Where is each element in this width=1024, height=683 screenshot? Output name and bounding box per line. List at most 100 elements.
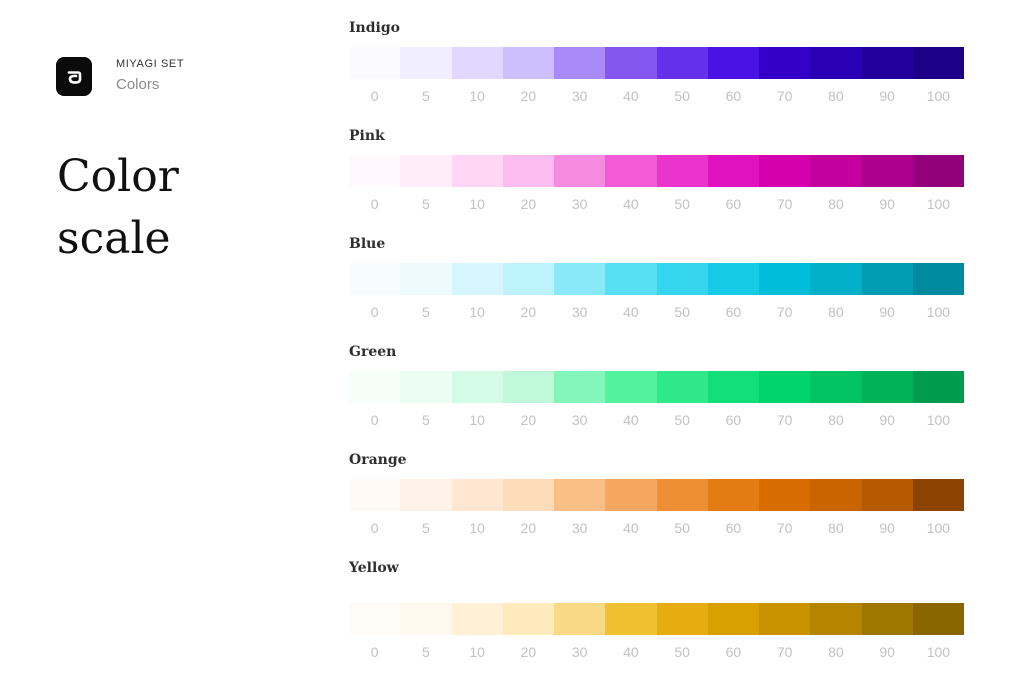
step-label: 40 — [623, 304, 639, 320]
brand-text: MIYAGI SET Colors — [116, 57, 184, 94]
color-swatch-blue-40[interactable] — [605, 263, 657, 295]
color-swatch-yellow-20[interactable] — [502, 603, 554, 635]
color-swatch-indigo-100[interactable] — [912, 47, 964, 79]
color-swatch-blue-70[interactable] — [759, 263, 811, 295]
color-swatch-blue-50[interactable] — [656, 263, 708, 295]
step-label: 100 — [926, 412, 951, 428]
color-swatch-pink-0[interactable] — [349, 155, 401, 187]
color-swatch-indigo-30[interactable] — [554, 47, 606, 79]
step-label: 5 — [421, 88, 430, 104]
step-label: 20 — [520, 644, 537, 660]
color-swatch-blue-80[interactable] — [810, 263, 862, 295]
color-swatch-indigo-0[interactable] — [349, 47, 401, 79]
color-swatch-orange-90[interactable] — [861, 479, 913, 511]
step-label: 0 — [370, 88, 379, 104]
color-swatch-green-20[interactable] — [502, 371, 554, 403]
color-swatch-orange-70[interactable] — [759, 479, 811, 511]
step-label: 90 — [879, 304, 895, 320]
color-scale-label: Orange — [349, 452, 407, 468]
color-swatch-green-60[interactable] — [707, 371, 759, 403]
color-swatch-blue-100[interactable] — [912, 263, 964, 295]
step-label: 70 — [776, 88, 793, 104]
step-label: 70 — [776, 304, 793, 320]
color-swatch-orange-60[interactable] — [707, 479, 759, 511]
color-swatch-pink-5[interactable] — [400, 155, 452, 187]
color-swatch-orange-5[interactable] — [400, 479, 452, 511]
color-swatch-pink-60[interactable] — [707, 155, 759, 187]
color-swatch-blue-60[interactable] — [707, 263, 759, 295]
color-swatch-indigo-10[interactable] — [451, 47, 503, 79]
color-swatch-indigo-20[interactable] — [502, 47, 554, 79]
color-swatch-blue-0[interactable] — [349, 263, 401, 295]
color-swatch-pink-90[interactable] — [861, 155, 913, 187]
color-swatch-green-70[interactable] — [759, 371, 811, 403]
color-swatch-indigo-60[interactable] — [707, 47, 759, 79]
color-swatch-green-100[interactable] — [912, 371, 964, 403]
color-swatch-orange-0[interactable] — [349, 479, 401, 511]
step-label: 20 — [520, 520, 537, 536]
color-swatch-yellow-30[interactable] — [554, 603, 606, 635]
color-swatch-pink-30[interactable] — [554, 155, 606, 187]
color-swatch-pink-20[interactable] — [502, 155, 554, 187]
color-swatch-yellow-10[interactable] — [451, 603, 503, 635]
color-swatch-pink-10[interactable] — [451, 155, 503, 187]
step-labels: 0 5 10 20 30 40 50 60 70 80 90 100 — [349, 195, 964, 213]
swatch-row — [349, 155, 964, 187]
color-swatch-green-50[interactable] — [656, 371, 708, 403]
color-swatch-green-10[interactable] — [451, 371, 503, 403]
color-swatch-pink-80[interactable] — [810, 155, 862, 187]
color-swatch-pink-100[interactable] — [912, 155, 964, 187]
color-swatch-green-30[interactable] — [554, 371, 606, 403]
step-label: 50 — [674, 412, 690, 428]
color-swatch-indigo-5[interactable] — [400, 47, 452, 79]
color-swatch-orange-100[interactable] — [912, 479, 964, 511]
color-scale-label: Indigo — [349, 20, 400, 36]
step-label: 10 — [469, 412, 485, 428]
color-swatch-indigo-50[interactable] — [656, 47, 708, 79]
step-label: 20 — [520, 88, 537, 104]
step-label: 90 — [879, 412, 895, 428]
step-label: 40 — [623, 520, 639, 536]
step-label: 40 — [623, 412, 639, 428]
color-swatch-green-0[interactable] — [349, 371, 401, 403]
step-label: 80 — [828, 304, 844, 320]
color-swatch-orange-80[interactable] — [810, 479, 862, 511]
color-swatch-blue-30[interactable] — [554, 263, 606, 295]
color-swatch-yellow-0[interactable] — [349, 603, 401, 635]
color-swatch-indigo-90[interactable] — [861, 47, 913, 79]
color-swatch-orange-30[interactable] — [554, 479, 606, 511]
color-swatch-green-80[interactable] — [810, 371, 862, 403]
step-label: 30 — [571, 304, 588, 320]
color-swatch-green-40[interactable] — [605, 371, 657, 403]
color-swatch-blue-90[interactable] — [861, 263, 913, 295]
color-swatch-orange-20[interactable] — [502, 479, 554, 511]
step-label: 80 — [828, 520, 844, 536]
color-swatch-blue-10[interactable] — [451, 263, 503, 295]
step-label: 80 — [828, 196, 844, 212]
color-swatch-indigo-70[interactable] — [759, 47, 811, 79]
color-swatch-yellow-80[interactable] — [810, 603, 862, 635]
color-swatch-yellow-5[interactable] — [400, 603, 452, 635]
color-swatch-yellow-100[interactable] — [912, 603, 964, 635]
color-swatch-green-90[interactable] — [861, 371, 913, 403]
color-swatch-orange-10[interactable] — [451, 479, 503, 511]
color-swatch-indigo-40[interactable] — [605, 47, 657, 79]
color-swatch-yellow-60[interactable] — [707, 603, 759, 635]
color-swatch-pink-40[interactable] — [605, 155, 657, 187]
step-label: 90 — [879, 88, 895, 104]
color-swatch-orange-40[interactable] — [605, 479, 657, 511]
color-swatch-yellow-50[interactable] — [656, 603, 708, 635]
color-swatch-yellow-70[interactable] — [759, 603, 811, 635]
color-swatch-blue-5[interactable] — [400, 263, 452, 295]
color-swatch-green-5[interactable] — [400, 371, 452, 403]
color-swatch-orange-50[interactable] — [656, 479, 708, 511]
color-swatch-yellow-40[interactable] — [605, 603, 657, 635]
step-label: 70 — [776, 644, 793, 660]
step-label: 100 — [926, 88, 951, 104]
color-swatch-pink-70[interactable] — [759, 155, 811, 187]
color-swatch-blue-20[interactable] — [502, 263, 554, 295]
color-swatch-yellow-90[interactable] — [861, 603, 913, 635]
step-label: 0 — [370, 644, 379, 660]
color-swatch-indigo-80[interactable] — [810, 47, 862, 79]
color-swatch-pink-50[interactable] — [656, 155, 708, 187]
